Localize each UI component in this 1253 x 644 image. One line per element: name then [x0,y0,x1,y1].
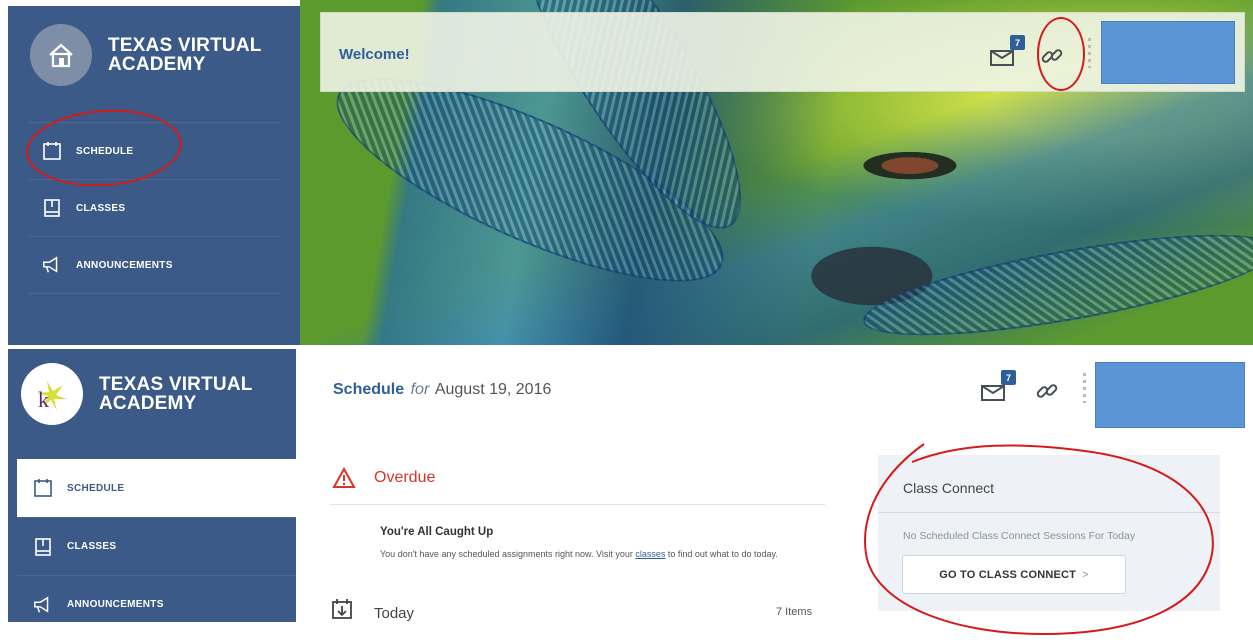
mail-badge: 7 [1010,35,1025,50]
book-icon [42,198,62,218]
page-title: Schedule for August 19, 2016 [333,381,552,398]
sidebar: TEXAS VIRTUAL ACADEMY SCHEDULE CLASSES A… [8,6,300,345]
annotation-circle [1037,17,1085,91]
megaphone-icon [42,255,62,275]
megaphone-icon [33,595,53,615]
sidebar-item-announcements[interactable]: ANNOUNCEMENTS [17,575,296,633]
sidebar-item-schedule[interactable]: SCHEDULE [17,459,296,517]
caught-up-title: You're All Caught Up [380,526,494,538]
sidebar-item-classes[interactable]: CLASSES [17,517,296,575]
calendar-download-icon [332,599,352,619]
classes-link[interactable]: classes [635,549,665,559]
k-logo-icon: k [21,363,83,425]
mail-button[interactable]: 7 [980,370,1016,406]
calendar-icon [33,478,53,498]
brand-name: TEXAS VIRTUAL ACADEMY [99,374,253,414]
divider-dots [1088,38,1091,68]
welcome-header: Welcome! 7 [320,12,1245,92]
sidebar-item-label: CLASSES [76,202,126,214]
overdue-section[interactable]: Overdue [330,465,825,505]
home-icon [30,24,92,86]
redacted-user-box[interactable] [1095,362,1245,428]
overdue-label: Overdue [374,469,436,486]
sidebar-nav: SCHEDULE CLASSES ANNOUNCEMENTS [17,459,296,633]
svg-text:k: k [38,387,49,412]
sidebar-item-label: SCHEDULE [67,482,125,494]
sidebar-item-label: ANNOUNCEMENTS [67,599,164,610]
mail-badge: 7 [1001,370,1016,385]
sidebar-item-announcements[interactable]: ANNOUNCEMENTS [28,236,280,293]
brand[interactable]: k TEXAS VIRTUAL ACADEMY [21,363,253,425]
link-button[interactable] [1034,378,1060,404]
annotation-circle [864,443,1214,636]
today-label[interactable]: Today [374,605,414,622]
brand[interactable]: TEXAS VIRTUAL ACADEMY [30,24,262,86]
welcome-text: Welcome! [339,46,410,63]
sidebar-item-classes[interactable]: CLASSES [28,179,280,236]
brand-name: TEXAS VIRTUAL ACADEMY [108,35,262,75]
divider-dots [1083,373,1086,403]
redacted-user-box[interactable] [1101,21,1235,84]
book-icon [33,537,53,557]
link-icon [1036,384,1058,398]
warning-icon [332,467,356,488]
sidebar-item-label: CLASSES [67,541,117,552]
sidebar-item-label: ANNOUNCEMENTS [76,259,173,271]
top-screenshot: TEXAS VIRTUAL ACADEMY SCHEDULE CLASSES A… [0,0,1253,345]
caught-up-text: You don't have any scheduled assignments… [380,549,778,559]
mail-button[interactable]: 7 [989,35,1025,71]
today-count: 7 Items [776,606,813,618]
sidebar: k TEXAS VIRTUAL ACADEMY SCHEDULE CLASSES… [8,349,296,622]
